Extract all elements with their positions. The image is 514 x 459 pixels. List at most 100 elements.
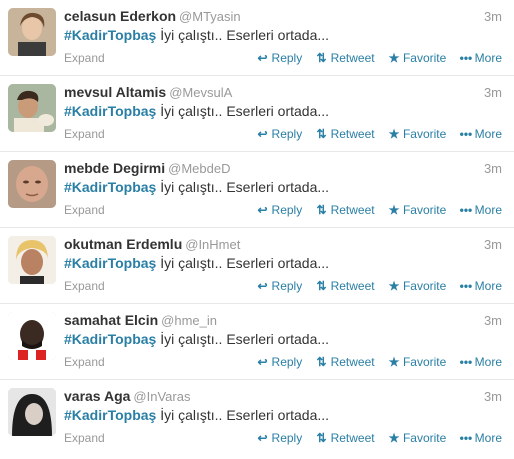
- tweet-item[interactable]: samahat Elcin @hme_in 3m #KadirTopbaş İyi…: [0, 304, 514, 380]
- tweet-text: #KadirTopbaş İyi çalıştı.. Eserleri orta…: [64, 179, 502, 195]
- tweet-actions: ↩ Reply ⇅ Retweet ★ Favorite ••• More: [247, 127, 502, 141]
- expand-link[interactable]: Expand: [64, 431, 105, 445]
- user-handle[interactable]: @hme_in: [161, 313, 217, 328]
- tweet-footer: Expand ↩ Reply ⇅ Retweet ★ Favorite ••• More: [64, 355, 502, 371]
- tweet-item[interactable]: okutman Erdemlu @InHmet 3m #KadirTopbaş İ…: [0, 228, 514, 304]
- user-handle[interactable]: @MevsulA: [169, 85, 232, 100]
- tweet-body: İyi çalıştı.. Eserleri ortada...: [156, 331, 330, 347]
- retweet-label: Retweet: [330, 51, 375, 65]
- favorite-button[interactable]: ★ Favorite: [388, 127, 447, 141]
- hashtag-link[interactable]: #KadirTopbaş: [64, 331, 156, 347]
- favorite-button[interactable]: ★ Favorite: [388, 51, 447, 65]
- user-name[interactable]: mebde Degirmi: [64, 160, 165, 176]
- tweet-body: İyi çalıştı.. Eserleri ortada...: [156, 27, 330, 43]
- reply-button[interactable]: ↩ Reply: [257, 355, 303, 369]
- favorite-button[interactable]: ★ Favorite: [388, 279, 447, 293]
- avatar[interactable]: [8, 160, 56, 208]
- user-name[interactable]: okutman Erdemlu: [64, 236, 182, 252]
- tweet-actions: ↩ Reply ⇅ Retweet ★ Favorite ••• More: [247, 355, 502, 369]
- avatar[interactable]: [8, 312, 56, 360]
- retweet-button[interactable]: ⇅ Retweet: [316, 431, 375, 445]
- tweet-header: varas Aga @InVaras 3m: [64, 388, 502, 406]
- user-name[interactable]: mevsul Altamis: [64, 84, 166, 100]
- hashtag-link[interactable]: #KadirTopbaş: [64, 27, 156, 43]
- reply-button[interactable]: ↩ Reply: [257, 51, 303, 65]
- ellipsis-icon: •••: [459, 203, 473, 217]
- retweet-button[interactable]: ⇅ Retweet: [316, 203, 375, 217]
- retweet-button[interactable]: ⇅ Retweet: [316, 355, 375, 369]
- reply-label: Reply: [271, 279, 303, 293]
- more-button[interactable]: ••• More: [460, 203, 502, 217]
- retweet-label: Retweet: [330, 279, 375, 293]
- user-name[interactable]: varas Aga: [64, 388, 130, 404]
- tweet-footer: Expand ↩ Reply ⇅ Retweet ★ Favorite ••• More: [64, 431, 502, 447]
- expand-link[interactable]: Expand: [64, 203, 105, 217]
- retweet-button[interactable]: ⇅ Retweet: [316, 51, 375, 65]
- reply-button[interactable]: ↩ Reply: [257, 279, 303, 293]
- reply-arrow-icon: ↩: [257, 431, 268, 445]
- hashtag-link[interactable]: #KadirTopbaş: [64, 407, 156, 423]
- tweet-actions: ↩ Reply ⇅ Retweet ★ Favorite ••• More: [247, 203, 502, 217]
- expand-link[interactable]: Expand: [64, 355, 105, 369]
- favorite-button[interactable]: ★ Favorite: [388, 203, 447, 217]
- user-name[interactable]: celasun Ederkon: [64, 8, 176, 24]
- more-button[interactable]: ••• More: [460, 51, 502, 65]
- timestamp[interactable]: 3m: [484, 237, 502, 252]
- hashtag-link[interactable]: #KadirTopbaş: [64, 255, 156, 271]
- expand-link[interactable]: Expand: [64, 127, 105, 141]
- avatar[interactable]: [8, 8, 56, 56]
- reply-arrow-icon: ↩: [257, 127, 268, 141]
- reply-button[interactable]: ↩ Reply: [257, 431, 303, 445]
- avatar[interactable]: [8, 388, 56, 436]
- expand-link[interactable]: Expand: [64, 279, 105, 293]
- favorite-label: Favorite: [402, 127, 447, 141]
- tweet-actions: ↩ Reply ⇅ Retweet ★ Favorite ••• More: [247, 279, 502, 293]
- retweet-label: Retweet: [330, 431, 375, 445]
- tweet-header: mevsul Altamis @MevsulA 3m: [64, 84, 502, 102]
- timestamp[interactable]: 3m: [484, 161, 502, 176]
- timeline: celasun Ederkon @MTyasin 3m #KadirTopbaş …: [0, 0, 514, 456]
- timestamp[interactable]: 3m: [484, 389, 502, 404]
- more-button[interactable]: ••• More: [460, 127, 502, 141]
- ellipsis-icon: •••: [459, 279, 473, 293]
- hashtag-link[interactable]: #KadirTopbaş: [64, 179, 156, 195]
- timestamp[interactable]: 3m: [484, 85, 502, 100]
- reply-label: Reply: [271, 203, 303, 217]
- retweet-icon: ⇅: [316, 203, 327, 217]
- user-name[interactable]: samahat Elcin: [64, 312, 158, 328]
- user-handle[interactable]: @MebdeD: [168, 161, 230, 176]
- timestamp[interactable]: 3m: [484, 9, 502, 24]
- tweet-item[interactable]: varas Aga @InVaras 3m #KadirTopbaş İyi ça…: [0, 380, 514, 456]
- more-button[interactable]: ••• More: [460, 355, 502, 369]
- reply-button[interactable]: ↩ Reply: [257, 203, 303, 217]
- user-handle[interactable]: @InHmet: [185, 237, 240, 252]
- tweet-item[interactable]: mevsul Altamis @MevsulA 3m #KadirTopbaş İ…: [0, 76, 514, 152]
- timestamp[interactable]: 3m: [484, 313, 502, 328]
- retweet-button[interactable]: ⇅ Retweet: [316, 127, 375, 141]
- star-icon: ★: [388, 431, 400, 445]
- user-handle[interactable]: @MTyasin: [179, 9, 241, 24]
- avatar[interactable]: [8, 84, 56, 132]
- reply-label: Reply: [271, 355, 303, 369]
- tweet-item[interactable]: mebde Degirmi @MebdeD 3m #KadirTopbaş İyi…: [0, 152, 514, 228]
- tweet-item[interactable]: celasun Ederkon @MTyasin 3m #KadirTopbaş …: [0, 0, 514, 76]
- reply-button[interactable]: ↩ Reply: [257, 127, 303, 141]
- tweet-text: #KadirTopbaş İyi çalıştı.. Eserleri orta…: [64, 407, 502, 423]
- user-handle[interactable]: @InVaras: [133, 389, 190, 404]
- favorite-button[interactable]: ★ Favorite: [388, 355, 447, 369]
- tweet-actions: ↩ Reply ⇅ Retweet ★ Favorite ••• More: [247, 51, 502, 65]
- ellipsis-icon: •••: [459, 355, 473, 369]
- more-label: More: [474, 127, 502, 141]
- avatar[interactable]: [8, 236, 56, 284]
- retweet-button[interactable]: ⇅ Retweet: [316, 279, 375, 293]
- star-icon: ★: [388, 355, 400, 369]
- favorite-button[interactable]: ★ Favorite: [388, 431, 447, 445]
- star-icon: ★: [388, 127, 400, 141]
- ellipsis-icon: •••: [459, 431, 473, 445]
- more-button[interactable]: ••• More: [460, 431, 502, 445]
- expand-link[interactable]: Expand: [64, 51, 105, 65]
- hashtag-link[interactable]: #KadirTopbaş: [64, 103, 156, 119]
- more-button[interactable]: ••• More: [460, 279, 502, 293]
- tweet-body: İyi çalıştı.. Eserleri ortada...: [156, 407, 330, 423]
- retweet-label: Retweet: [330, 355, 375, 369]
